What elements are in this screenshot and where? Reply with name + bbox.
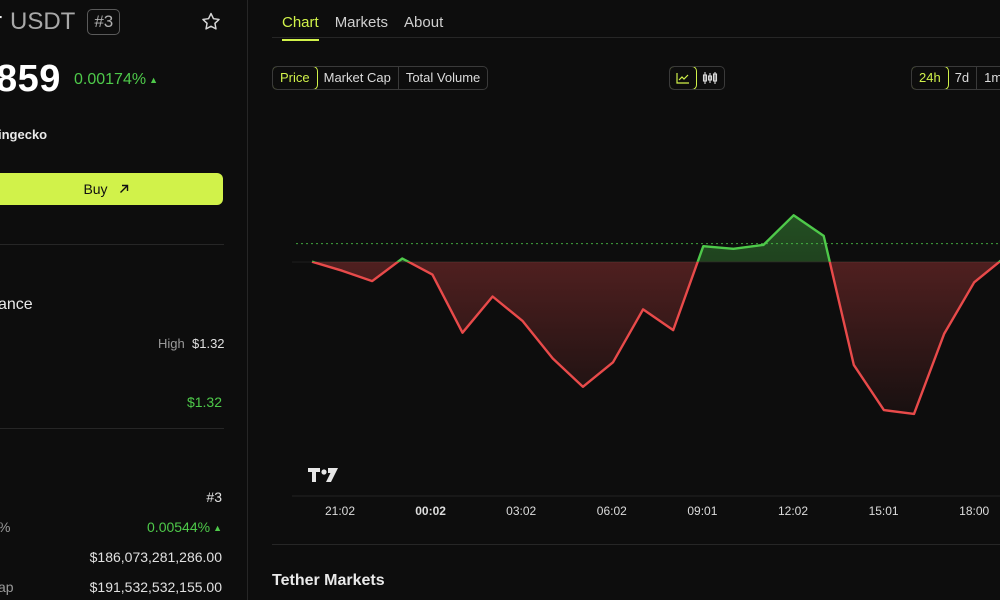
x-tick-label: 18:00 — [959, 504, 989, 518]
buy-button[interactable]: Buy — [0, 173, 223, 205]
star-icon[interactable] — [200, 11, 222, 33]
up-triangle-icon: ▲ — [213, 523, 222, 533]
fdv-label: ap — [0, 579, 14, 595]
buy-label: Buy — [83, 181, 108, 197]
range-24h[interactable]: 24h — [912, 67, 949, 89]
area-below — [312, 261, 1000, 414]
candlestick-icon — [702, 72, 718, 84]
pct-value-text: 0.00544% — [147, 519, 211, 535]
coin-symbol: USDT — [10, 8, 76, 35]
x-tick-label: 15:01 — [869, 504, 899, 518]
coin-sidebar: r USDT #3 859 0.00174%▲ ingecko Buy ance… — [0, 0, 248, 600]
rank-value: #3 — [206, 489, 222, 505]
pct-value: 0.00544% ▲ — [147, 519, 222, 535]
high-label: High — [158, 336, 185, 351]
fdv-value: $191,532,532,155.00 — [89, 579, 222, 595]
candlestick-toggle[interactable] — [696, 67, 724, 89]
range-1m[interactable]: 1m — [977, 67, 1000, 89]
x-tick-label: 00:02 — [415, 504, 446, 518]
line-chart-toggle[interactable] — [670, 67, 697, 89]
coin-name: r — [0, 8, 2, 36]
price-chart[interactable]: 21:02 00:02 03:02 06:02 09:01 12:02 15:01 18:00 — [272, 96, 1000, 536]
price-change-value: 0.00174% — [74, 71, 147, 88]
metric-market-cap[interactable]: Market Cap — [317, 67, 399, 89]
markets-section-title: Tether Markets — [272, 572, 385, 589]
coin-title: r USDT #3 — [0, 8, 121, 36]
market-cap-value: $186,073,281,286.00 — [89, 549, 222, 565]
price-change: 0.00174% ▲ — [74, 71, 158, 89]
metric-selector: Price Market Cap Total Volume — [272, 66, 489, 90]
x-tick-label: 09:01 — [687, 504, 717, 518]
metric-price[interactable]: Price — [273, 67, 318, 89]
high-value: $1.32 — [192, 336, 225, 351]
pct-label: % — [0, 519, 10, 535]
range-selector: 24h 7d 1m — [911, 66, 1000, 90]
tradingview-logo — [308, 468, 338, 482]
x-tick-label: 12:02 — [778, 504, 808, 518]
high-value-green: $1.32 — [186, 394, 222, 410]
range-7d[interactable]: 7d — [948, 67, 978, 89]
performance-heading: ance — [0, 296, 33, 313]
x-tick-label: 06:02 — [597, 504, 627, 518]
up-triangle-icon: ▲ — [149, 75, 158, 85]
divider — [0, 428, 224, 429]
divider — [0, 244, 224, 245]
arrow-up-right-icon — [119, 184, 128, 193]
line-chart-icon — [676, 73, 689, 84]
metric-total-volume[interactable]: Total Volume — [399, 67, 487, 89]
rank-badge: #3 — [87, 9, 121, 35]
x-tick-label: 03:02 — [506, 504, 536, 518]
tabs-divider — [272, 37, 1000, 38]
chart-type-selector — [669, 66, 725, 90]
chart-divider — [272, 544, 1000, 545]
data-source: ingecko — [0, 127, 48, 142]
current-price: 859 — [0, 58, 61, 100]
x-tick-label: 21:02 — [325, 504, 355, 518]
